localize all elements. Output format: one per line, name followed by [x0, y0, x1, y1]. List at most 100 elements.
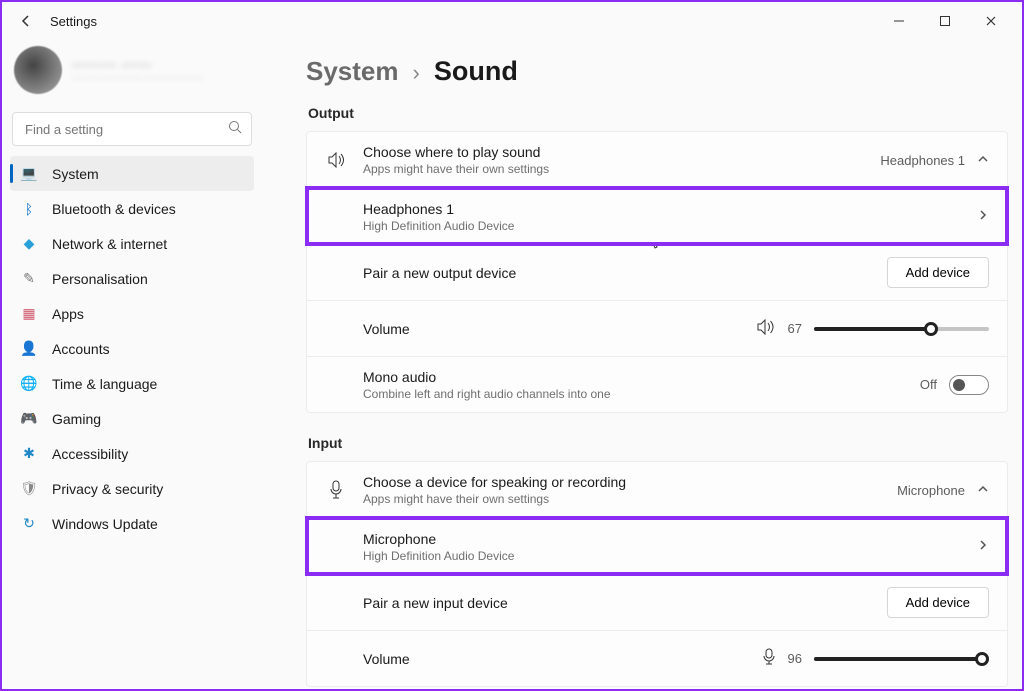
slider-fill — [814, 327, 931, 331]
sidebar-item-time-language[interactable]: 🌐 Time & language — [10, 366, 254, 401]
search-wrapper — [12, 112, 252, 146]
nav-list: 💻System ᛒ Bluetooth & devices ◆ Network & in… — [10, 156, 254, 541]
input-section-title: Input — [308, 435, 1008, 451]
nav-icon: ✱ — [20, 445, 38, 462]
sidebar-item-gaming[interactable]: 🎮 Gaming — [10, 401, 254, 436]
output-pair-title: Pair a new output device — [363, 265, 871, 281]
nav-label: Personalisation — [52, 271, 148, 287]
nav-label: Time & language — [52, 376, 157, 392]
input-device-title: Microphone — [363, 531, 961, 547]
output-card: Choose where to play sound Apps might ha… — [306, 131, 1008, 413]
input-volume-row: Volume 96 — [307, 630, 1007, 686]
output-volume-label: Volume — [363, 321, 740, 337]
titlebar: Settings — [2, 2, 1022, 40]
speaker-icon — [325, 151, 347, 169]
main-content: System › Sound Output Choose where to pl… — [262, 40, 1022, 689]
chevron-up-icon — [977, 153, 989, 168]
nav-icon: 🛡 — [20, 480, 38, 497]
mono-state: Off — [920, 377, 937, 392]
slider-fill — [814, 657, 982, 661]
output-choose-row[interactable]: Choose where to play sound Apps might ha… — [307, 132, 1007, 188]
chevron-right-icon — [977, 209, 989, 224]
sidebar-item-bluetooth-devices[interactable]: ᛒ Bluetooth & devices — [10, 191, 254, 226]
app-name: Settings — [50, 14, 97, 29]
nav-icon: ▦ — [20, 305, 38, 322]
sidebar-item-accessibility[interactable]: ✱Accessibility — [10, 436, 254, 471]
nav-label: Apps — [52, 306, 84, 322]
nav-icon: ᛒ — [20, 201, 38, 217]
nav-icon: 🎮 — [20, 410, 38, 427]
breadcrumb: System › Sound — [306, 56, 1008, 87]
search-icon — [228, 120, 242, 139]
nav-icon: ↻ — [20, 515, 38, 532]
output-choose-title: Choose where to play sound — [363, 144, 864, 160]
nav-label: Gaming — [52, 411, 101, 427]
nav-icon: ◆ — [20, 235, 38, 252]
search-input[interactable] — [12, 112, 252, 146]
output-device-sub: High Definition Audio Device — [363, 219, 961, 233]
sidebar-item-windows-update[interactable]: ↻Windows Update — [10, 506, 254, 541]
mono-sub: Combine left and right audio channels in… — [363, 387, 904, 401]
input-pair-row: Pair a new input device Add device — [307, 574, 1007, 630]
nav-label: Accounts — [52, 341, 110, 357]
mono-title: Mono audio — [363, 369, 904, 385]
sidebar-item-personalisation[interactable]: ✎ Personalisation — [10, 261, 254, 296]
add-input-device-button[interactable]: Add device — [887, 587, 989, 618]
slider-thumb[interactable] — [975, 652, 989, 666]
breadcrumb-parent[interactable]: System — [306, 56, 399, 87]
slider-thumb[interactable] — [924, 322, 938, 336]
profile-name: ——— —— — [72, 56, 204, 72]
output-device-title: Headphones 1 — [363, 201, 961, 217]
arrow-left-icon — [18, 13, 34, 29]
input-choose-title: Choose a device for speaking or recordin… — [363, 474, 881, 490]
add-output-device-button[interactable]: Add device — [887, 257, 989, 288]
maximize-button[interactable] — [922, 5, 968, 37]
output-choose-sub: Apps might have their own settings — [363, 162, 864, 176]
chevron-right-icon: › — [413, 60, 420, 86]
sidebar-item-apps[interactable]: ▦ Apps — [10, 296, 254, 331]
nav-label: Privacy & security — [52, 481, 163, 497]
mono-toggle[interactable] — [949, 375, 989, 395]
back-button[interactable] — [10, 5, 42, 37]
microphone-icon — [325, 480, 347, 500]
input-choose-row[interactable]: Choose a device for speaking or recordin… — [307, 462, 1007, 518]
input-volume-slider[interactable] — [814, 657, 989, 661]
input-choose-sub: Apps might have their own settings — [363, 492, 881, 506]
input-volume-value: 96 — [788, 651, 802, 666]
nav-icon: 👤 — [20, 340, 38, 357]
input-choose-value: Microphone — [897, 483, 965, 498]
toggle-knob — [953, 379, 965, 391]
input-device-sub: High Definition Audio Device — [363, 549, 961, 563]
sidebar-item-privacy-security[interactable]: 🛡 Privacy & security — [10, 471, 254, 506]
sidebar-item-accounts[interactable]: 👤 Accounts — [10, 331, 254, 366]
window-controls — [876, 5, 1014, 37]
sidebar-item-system[interactable]: 💻System — [10, 156, 254, 191]
profile-block[interactable]: ——— —— ——————————— — [10, 40, 254, 108]
close-button[interactable] — [968, 5, 1014, 37]
profile-email: ——————————— — [72, 72, 204, 84]
nav-icon: 🌐 — [20, 375, 38, 392]
nav-label: Network & internet — [52, 236, 167, 252]
minimize-button[interactable] — [876, 5, 922, 37]
chevron-right-icon — [977, 539, 989, 554]
microphone-icon[interactable] — [762, 648, 776, 669]
output-volume-slider[interactable] — [814, 327, 989, 331]
nav-icon: ✎ — [20, 270, 38, 287]
output-device-row[interactable]: Headphones 1 High Definition Audio Devic… — [307, 188, 1007, 244]
output-section-title: Output — [308, 105, 1008, 121]
input-pair-title: Pair a new input device — [363, 595, 871, 611]
output-choose-value: Headphones 1 — [880, 153, 965, 168]
output-volume-row: Volume 67 — [307, 300, 1007, 356]
input-card: Choose a device for speaking or recordin… — [306, 461, 1008, 687]
mono-audio-row[interactable]: Mono audio Combine left and right audio … — [307, 356, 1007, 412]
speaker-icon[interactable] — [756, 319, 776, 338]
nav-icon: 💻 — [20, 165, 38, 182]
sidebar: ——— —— ——————————— 💻System ᛒ Bluetooth & d… — [2, 40, 262, 689]
avatar — [14, 46, 62, 94]
sidebar-item-network-internet[interactable]: ◆ Network & internet — [10, 226, 254, 261]
input-volume-label: Volume — [363, 651, 746, 667]
input-device-row[interactable]: Microphone High Definition Audio Device — [307, 518, 1007, 574]
chevron-up-icon — [977, 483, 989, 498]
nav-label: Bluetooth & devices — [52, 201, 176, 217]
output-pair-row: Pair a new output device Add device — [307, 244, 1007, 300]
